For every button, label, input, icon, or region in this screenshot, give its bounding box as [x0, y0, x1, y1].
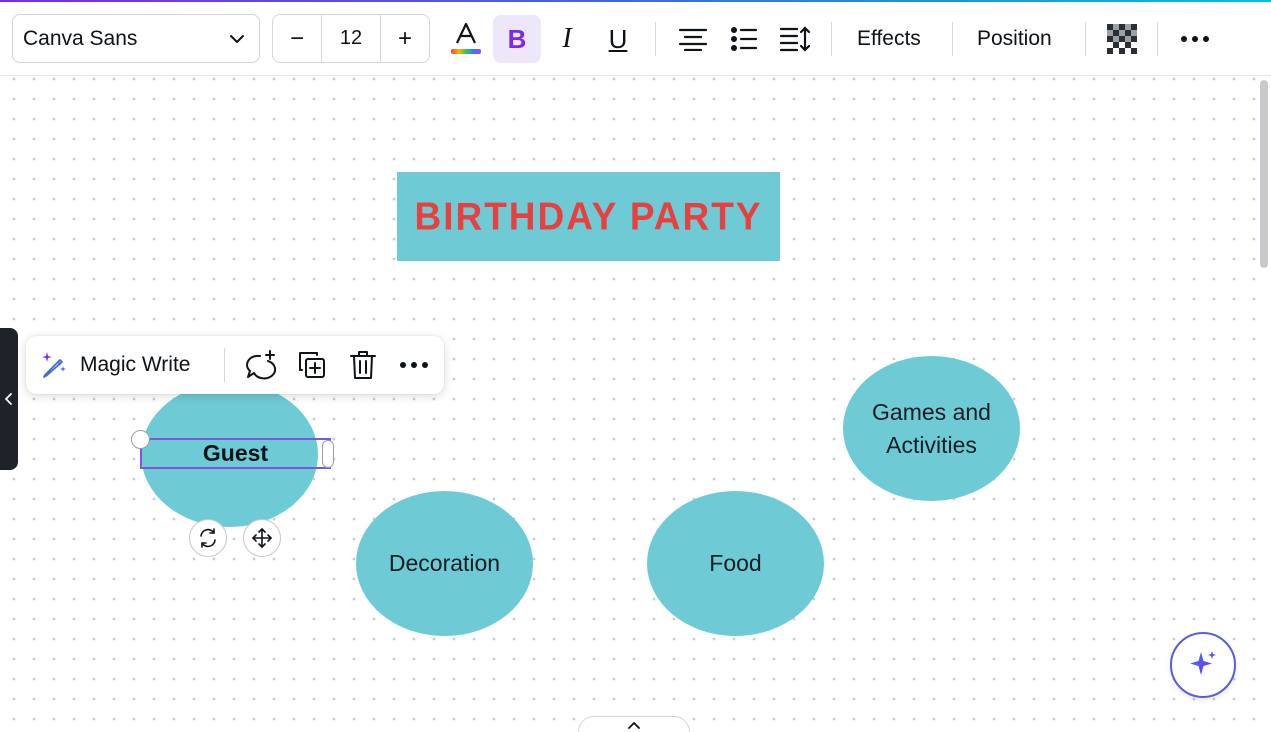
food-ellipse[interactable]: Food — [647, 491, 824, 636]
align-center-icon — [678, 28, 708, 51]
rotate-icon — [200, 528, 216, 548]
decrease-font-size-button[interactable]: − — [273, 15, 321, 62]
more-icon — [400, 362, 428, 368]
chevron-left-icon — [5, 393, 12, 405]
move-icon — [252, 528, 272, 548]
italic-button[interactable]: I — [543, 15, 591, 63]
font-size-input[interactable]: 12 — [321, 15, 381, 62]
position-button[interactable]: Position — [977, 15, 1052, 63]
sparkle-icon — [1190, 651, 1216, 675]
bullet-list-icon — [731, 27, 758, 51]
add-comment-button[interactable] — [242, 347, 278, 383]
rotate-button[interactable] — [189, 519, 227, 557]
magic-write-button[interactable]: Magic Write — [38, 346, 190, 384]
transparency-button[interactable] — [1098, 15, 1146, 63]
title-banner[interactable]: BIRTHDAY PARTY — [397, 172, 780, 261]
games-ellipse[interactable]: Games and Activities — [843, 356, 1020, 501]
duplicate-button[interactable] — [294, 347, 330, 383]
banner-title: BIRTHDAY PARTY — [414, 194, 763, 238]
align-center-button[interactable] — [669, 15, 717, 63]
vertical-scrollbar[interactable] — [1260, 80, 1268, 268]
duplicate-icon — [299, 352, 325, 378]
toolbar-divider — [1157, 22, 1158, 56]
chevron-up-icon — [628, 722, 640, 729]
trash-icon — [350, 351, 376, 379]
text-toolbar: Canva Sans − 12 + B I U Effects Position — [0, 2, 1271, 76]
transparency-icon — [1107, 24, 1137, 54]
magic-write-icon — [42, 352, 66, 378]
underline-button[interactable]: U — [594, 15, 642, 63]
decoration-label: Decoration — [388, 550, 501, 576]
chevron-down-icon — [230, 35, 244, 43]
toolbar-divider — [831, 22, 832, 56]
bold-button[interactable]: B — [493, 15, 541, 63]
games-label-line1: Games and — [872, 398, 991, 425]
bullet-list-button[interactable] — [720, 15, 768, 63]
more-options-button[interactable] — [1171, 15, 1219, 63]
toolbar-divider — [952, 22, 953, 56]
comment-add-icon — [246, 350, 276, 380]
line-spacing-button[interactable] — [771, 15, 819, 63]
toolbar-divider — [655, 22, 656, 56]
guest-text-box[interactable]: Guest — [140, 438, 331, 469]
font-family-dropdown[interactable]: Canva Sans — [12, 14, 260, 63]
food-label: Food — [709, 550, 762, 576]
magic-assistant-button[interactable] — [1170, 632, 1236, 698]
games-label-line2: Activities — [886, 431, 977, 458]
increase-font-size-button[interactable]: + — [381, 15, 429, 62]
bold-icon: B — [507, 23, 527, 54]
more-icon — [1181, 36, 1209, 42]
context-toolbar-divider — [224, 348, 225, 382]
italic-icon: I — [562, 23, 572, 54]
magic-write-label: Magic Write — [80, 353, 191, 376]
font-size-stepper: − 12 + — [272, 14, 430, 63]
text-color-icon — [451, 22, 481, 54]
move-button[interactable] — [243, 519, 281, 557]
delete-button[interactable] — [345, 347, 381, 383]
toolbar-divider — [1085, 22, 1086, 56]
pages-panel-toggle[interactable] — [578, 716, 690, 732]
text-color-button[interactable] — [442, 15, 490, 63]
decoration-ellipse[interactable]: Decoration — [356, 491, 533, 636]
line-spacing-icon — [779, 26, 811, 52]
effects-button[interactable]: Effects — [857, 15, 921, 63]
context-more-button[interactable] — [396, 347, 432, 383]
element-context-toolbar: Magic Write — [26, 336, 444, 394]
font-family-value: Canva Sans — [23, 26, 138, 50]
resize-handle[interactable] — [131, 430, 150, 449]
resize-side-handle[interactable] — [322, 440, 334, 468]
underline-icon: U — [608, 23, 628, 54]
side-panel-toggle[interactable] — [0, 328, 18, 470]
